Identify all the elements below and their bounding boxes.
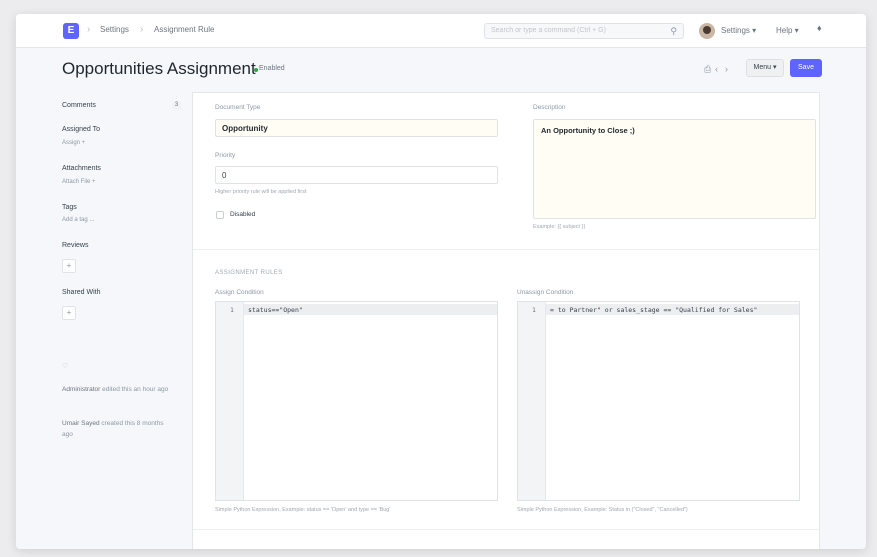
line-number: 1 [532,306,536,314]
unassign-condition-editor[interactable]: 1 = to Partner" or sales_stage == "Quali… [517,301,800,501]
add-tag-link[interactable]: Add a tag ... [62,217,94,223]
comments-label[interactable]: Comments [62,102,96,109]
unassign-condition-label: Unassign Condition [517,289,574,296]
unassign-condition-help: Simple Python Expression, Example: Statu… [517,507,688,513]
avatar[interactable] [699,23,715,39]
add-review-button[interactable]: + [62,259,76,273]
status-indicator [254,68,258,72]
breadcrumb-assignment-rule[interactable]: Assignment Rule [154,25,214,34]
next-icon[interactable]: › [725,64,728,74]
activity-item: Administrator edited this an hour ago [62,384,172,395]
activity-user[interactable]: Umair Sayed [62,420,100,427]
activity-item: Umair Sayed created this 8 months ago [62,418,172,440]
form-panel: Document Type Opportunity Priority 0 Hig… [192,92,820,549]
app-window: E › Settings › Assignment Rule Search or… [16,14,866,549]
line-gutter [518,302,546,500]
description-help: Example: {{ subject }} [533,224,586,230]
navbar: E › Settings › Assignment Rule Search or… [16,14,866,48]
breadcrumb-settings[interactable]: Settings [100,25,129,34]
activity-user[interactable]: Administrator [62,386,100,393]
comments-count: 3 [172,101,181,110]
priority-label: Priority [215,152,236,159]
add-share-button[interactable]: + [62,306,76,320]
assign-condition-help: Simple Python Expression, Example: statu… [215,507,391,513]
disabled-label: Disabled [230,211,256,218]
shared-with-label: Shared With [62,289,101,296]
reviews-label: Reviews [62,242,89,249]
chevron-right-icon: › [87,24,91,35]
like-icon[interactable]: ♡ [62,362,68,370]
attachments-label: Attachments [62,165,101,172]
app-logo[interactable]: E [63,23,79,39]
activity-text: edited this an hour ago [100,386,169,393]
settings-dropdown[interactable]: Settings ▾ [721,26,756,35]
section-divider [193,529,819,530]
assign-condition-editor[interactable]: 1 status=="Open" [215,301,498,501]
search-icon: ⚲ [670,26,677,36]
save-button[interactable]: Save [790,59,822,77]
document-type-field[interactable]: Opportunity [215,119,498,137]
unassign-condition-code: = to Partner" or sales_stage == "Qualifi… [550,306,758,314]
attach-file-link[interactable]: Attach File + [62,179,96,185]
search-placeholder: Search or type a command (Ctrl + G) [491,27,606,34]
priority-field[interactable]: 0 [215,166,498,184]
document-type-label: Document Type [215,104,261,111]
print-icon[interactable]: ⎙ [704,64,711,75]
assign-condition-code: status=="Open" [248,306,303,314]
previous-icon[interactable]: ‹ [715,64,718,74]
tags-label: Tags [62,204,77,211]
description-label: Description [533,104,566,111]
description-field[interactable]: An Opportunity to Close ;) [533,119,816,219]
chevron-right-icon: › [140,24,144,35]
help-dropdown[interactable]: Help ▾ [776,26,799,35]
assigned-to-label: Assigned To [62,126,101,133]
line-gutter [216,302,244,500]
assign-condition-label: Assign Condition [215,289,264,296]
bell-icon[interactable]: ♦ [817,23,822,33]
section-divider [193,249,819,250]
priority-help: Higher priority rule will be applied fir… [215,189,307,195]
assignment-rules-heading: ASSIGNMENT RULES [215,270,283,276]
disabled-checkbox[interactable] [216,211,224,219]
page-title: Opportunities Assignment [62,59,256,78]
line-number: 1 [230,306,234,314]
menu-button[interactable]: Menu ▾ [746,59,784,77]
search-input[interactable]: Search or type a command (Ctrl + G) ⚲ [484,23,684,39]
assign-link[interactable]: Assign + [62,140,85,146]
status-badge: Enabled [259,65,285,72]
